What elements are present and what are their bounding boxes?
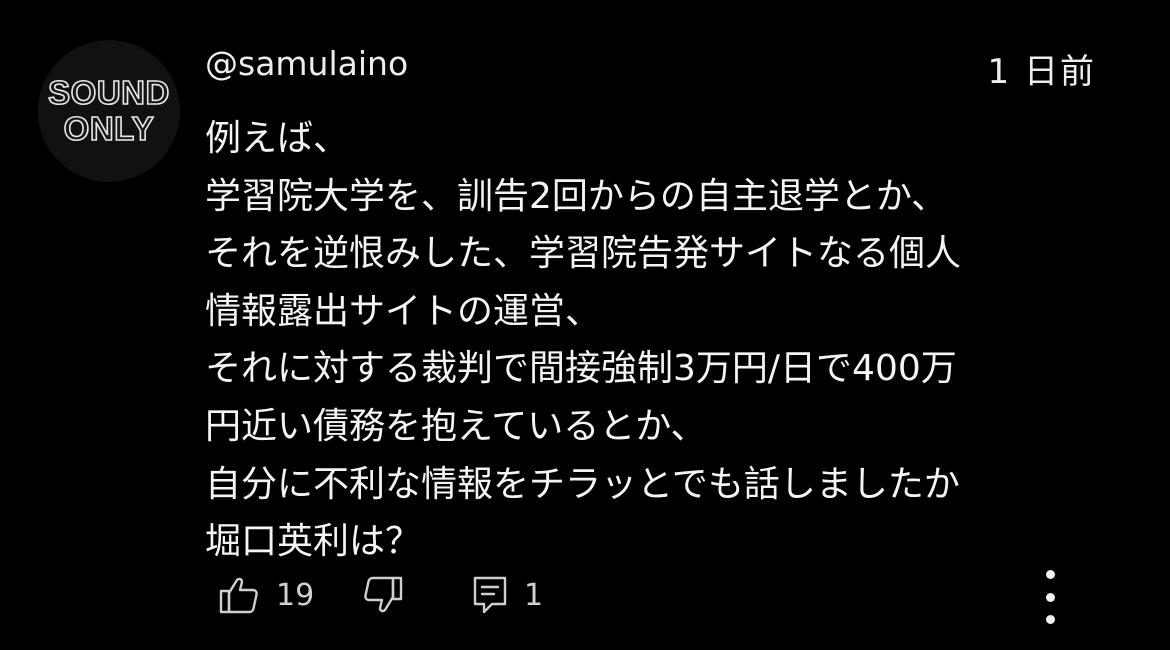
reply-button[interactable]: 1 xyxy=(472,572,543,618)
more-vertical-icon xyxy=(1045,615,1055,624)
more-vertical-icon xyxy=(1045,570,1055,579)
comment-line: それを逆恨みした、学習院告発サイトなる個人 xyxy=(205,233,962,275)
avatar-text-line-1: SOUND xyxy=(47,74,170,112)
more-vertical-icon xyxy=(1045,592,1055,602)
comment-actions: 19 1 xyxy=(218,572,1118,622)
comment-icon xyxy=(472,575,508,615)
thumbs-up-icon xyxy=(218,574,260,616)
avatar-text-line-2: ONLY xyxy=(63,110,155,148)
comment-line: 自分に不利な情報をチラッとでも話しましたか xyxy=(205,463,960,505)
reply-count: 1 xyxy=(524,577,544,613)
comment-author[interactable]: @samulaino xyxy=(205,42,408,86)
comment-line: 情報露出サイトの運営、 xyxy=(205,290,602,332)
dislike-button[interactable] xyxy=(362,572,404,618)
like-button[interactable]: 19 xyxy=(218,572,314,618)
comment-line: それに対する裁判で間接強制3万円/日で400万 xyxy=(205,348,957,390)
like-count: 19 xyxy=(276,577,315,613)
more-options-button[interactable] xyxy=(1030,570,1070,624)
comment-line: 円近い債務を抱えているとか、 xyxy=(205,405,707,447)
avatar[interactable]: SOUND ONLY xyxy=(38,40,180,182)
comment-line: 例えば、 xyxy=(205,118,350,159)
comment-text: 例えば、 学習院大学を、訓告2回からの自主退学とか、 それを逆恨みした、学習院告… xyxy=(205,110,1105,571)
comment-line: 学習院大学を、訓告2回からの自主退学とか、 xyxy=(205,175,948,217)
thumbs-down-icon xyxy=(362,574,404,616)
comment-timestamp: 1 日前 xyxy=(987,52,1096,92)
comment-line: 堀口英利は？ xyxy=(205,521,422,563)
